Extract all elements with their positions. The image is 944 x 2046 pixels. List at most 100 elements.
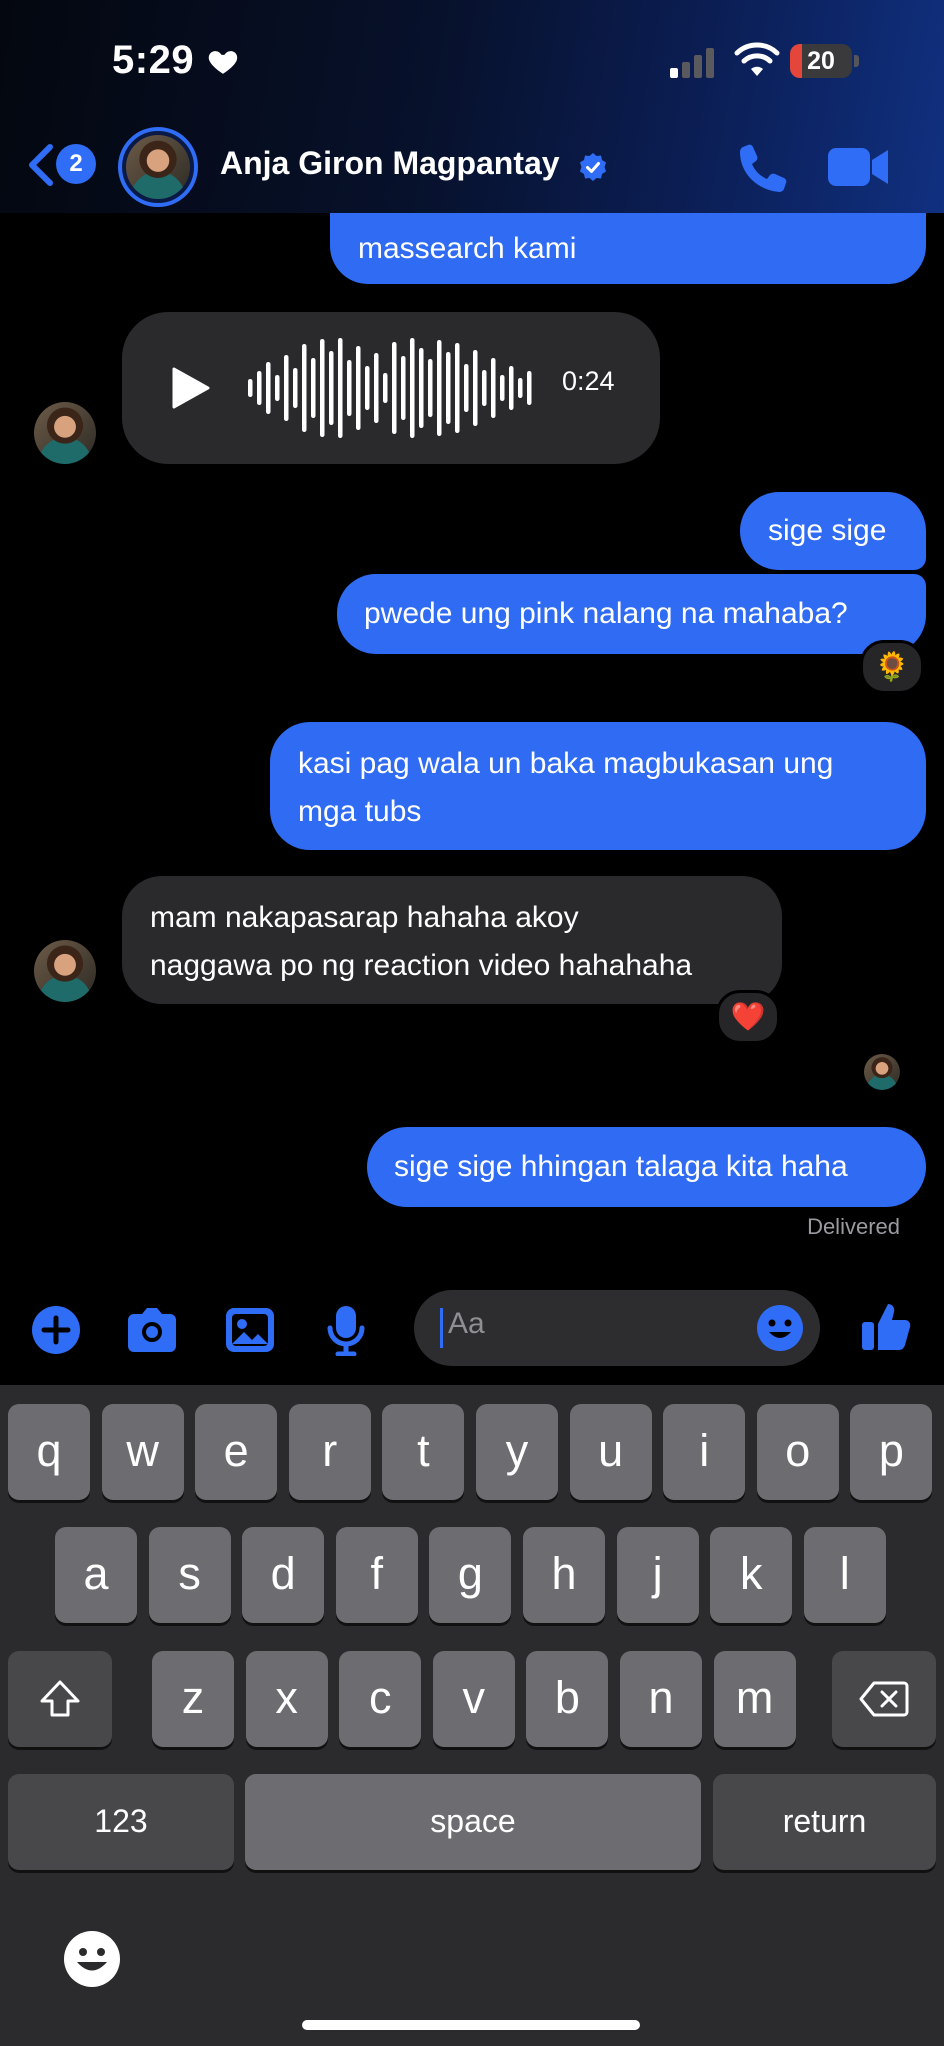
battery-tip	[854, 55, 859, 67]
heart-icon	[208, 51, 238, 74]
verified-badge-icon	[580, 153, 606, 181]
unread-count-badge: 2	[56, 144, 96, 184]
chevron-left-icon	[29, 144, 53, 186]
waveform-bar	[419, 348, 424, 428]
key-z[interactable]: z	[152, 1651, 234, 1747]
shift-key[interactable]	[8, 1651, 112, 1747]
waveform-bar	[311, 358, 316, 418]
waveform-bar	[455, 343, 460, 433]
waveform-bar	[410, 338, 415, 438]
waveform-bar	[482, 370, 487, 406]
return-key[interactable]: return	[713, 1774, 936, 1870]
waveform-bar	[347, 360, 352, 416]
waveform-bar	[428, 359, 433, 417]
waveform-bar	[500, 375, 505, 401]
key-s[interactable]: s	[148, 1527, 231, 1623]
camera-icon[interactable]	[124, 1306, 180, 1354]
reaction-sunflower[interactable]: 🌻	[860, 640, 924, 694]
key-f[interactable]: f	[335, 1527, 418, 1623]
waveform-bar	[464, 364, 469, 412]
play-icon[interactable]	[168, 366, 212, 410]
plus-icon[interactable]	[30, 1304, 82, 1356]
shift-icon	[40, 1680, 80, 1717]
message-incoming[interactable]: mam nakapasarap hahaha akoy naggawa po n…	[122, 876, 782, 1004]
message-text-line: mga tubs	[298, 795, 422, 828]
numbers-key[interactable]: 123	[8, 1774, 234, 1870]
message-outgoing[interactable]: sige sige	[740, 492, 926, 570]
waveform-bar	[509, 366, 514, 410]
waveform-bar	[383, 373, 388, 403]
delivered-status: Delivered	[807, 1214, 900, 1239]
contact-avatar[interactable]	[118, 127, 198, 207]
waveform-bar	[266, 362, 271, 414]
key-r[interactable]: r	[288, 1404, 371, 1500]
key-h[interactable]: h	[523, 1527, 605, 1623]
key-m[interactable]: m	[713, 1651, 796, 1747]
microphone-icon[interactable]	[326, 1304, 366, 1356]
sender-avatar[interactable]	[34, 940, 96, 1002]
space-key[interactable]: space	[245, 1774, 701, 1870]
waveform-bar	[527, 371, 532, 405]
text-cursor	[440, 1308, 443, 1348]
key-k[interactable]: k	[710, 1527, 793, 1623]
key-j[interactable]: j	[616, 1527, 699, 1623]
back-button[interactable]: 2	[26, 140, 100, 192]
waveform-bar	[275, 375, 280, 401]
waveform-bar	[338, 338, 343, 438]
key-g[interactable]: g	[429, 1527, 512, 1623]
gallery-icon[interactable]	[224, 1306, 276, 1354]
avatar-image	[126, 135, 190, 199]
key-w[interactable]: w	[101, 1404, 184, 1500]
waveform-bar	[284, 355, 289, 421]
phone-icon[interactable]	[734, 142, 790, 192]
voice-duration: 0:24	[562, 366, 615, 396]
message-outgoing[interactable]: kasi pag wala un baka magbukasan ung mga…	[270, 722, 926, 850]
voice-message[interactable]: 0:24	[122, 312, 660, 464]
key-t[interactable]: t	[382, 1404, 465, 1500]
battery-indicator: 20	[790, 44, 860, 80]
key-l[interactable]: l	[803, 1527, 886, 1623]
key-o[interactable]: o	[756, 1404, 839, 1500]
seen-receipt-avatar	[864, 1054, 900, 1090]
key-y[interactable]: y	[476, 1404, 558, 1500]
battery-level: 20	[807, 47, 835, 75]
video-camera-icon[interactable]	[826, 144, 890, 190]
chat-header: 5:29 20 2 Anja Giron Magpantay	[0, 0, 944, 213]
message-outgoing[interactable]: pwede ung pink nalang na mahaba?	[337, 574, 926, 654]
contact-name[interactable]: Anja Giron Magpantay	[220, 145, 560, 182]
message-text-line: kasi pag wala un baka magbukasan ung	[298, 747, 834, 780]
backspace-icon	[859, 1681, 909, 1717]
waveform-bar	[320, 339, 325, 437]
reaction-heart[interactable]: ❤️	[716, 990, 780, 1044]
key-x[interactable]: x	[245, 1651, 328, 1747]
key-d[interactable]: d	[242, 1527, 325, 1623]
waveform-bar	[356, 346, 361, 430]
home-indicator	[302, 2020, 640, 2030]
emoji-icon[interactable]	[756, 1304, 804, 1352]
waveform-bar	[374, 353, 379, 423]
message-text: sige sige hhingan talaga kita haha	[394, 1150, 848, 1183]
waveform-bar	[302, 344, 307, 432]
key-e[interactable]: e	[195, 1404, 278, 1500]
key-c[interactable]: c	[339, 1651, 422, 1747]
message-input[interactable]: Aa	[414, 1290, 820, 1366]
key-p[interactable]: p	[850, 1404, 933, 1500]
message-text: massearch kami	[358, 232, 577, 265]
sender-avatar[interactable]	[34, 402, 96, 464]
thumbs-up-icon[interactable]	[860, 1300, 912, 1352]
key-v[interactable]: v	[432, 1651, 515, 1747]
message-outgoing[interactable]: sige sige hhingan talaga kita haha	[367, 1127, 926, 1207]
input-placeholder: Aa	[448, 1307, 485, 1340]
key-i[interactable]: i	[663, 1404, 746, 1500]
key-u[interactable]: u	[569, 1404, 652, 1500]
key-a[interactable]: a	[55, 1527, 137, 1623]
key-n[interactable]: n	[620, 1651, 702, 1747]
message-text-line: mam nakapasarap hahaha akoy	[150, 901, 579, 934]
cellular-signal-icon	[670, 48, 714, 78]
waveform-bar	[392, 342, 397, 434]
delete-key[interactable]	[832, 1651, 936, 1747]
waveform-bar	[365, 366, 370, 410]
emoji-keyboard-icon[interactable]	[62, 1929, 122, 1989]
key-q[interactable]: q	[8, 1404, 90, 1500]
key-b[interactable]: b	[526, 1651, 609, 1747]
